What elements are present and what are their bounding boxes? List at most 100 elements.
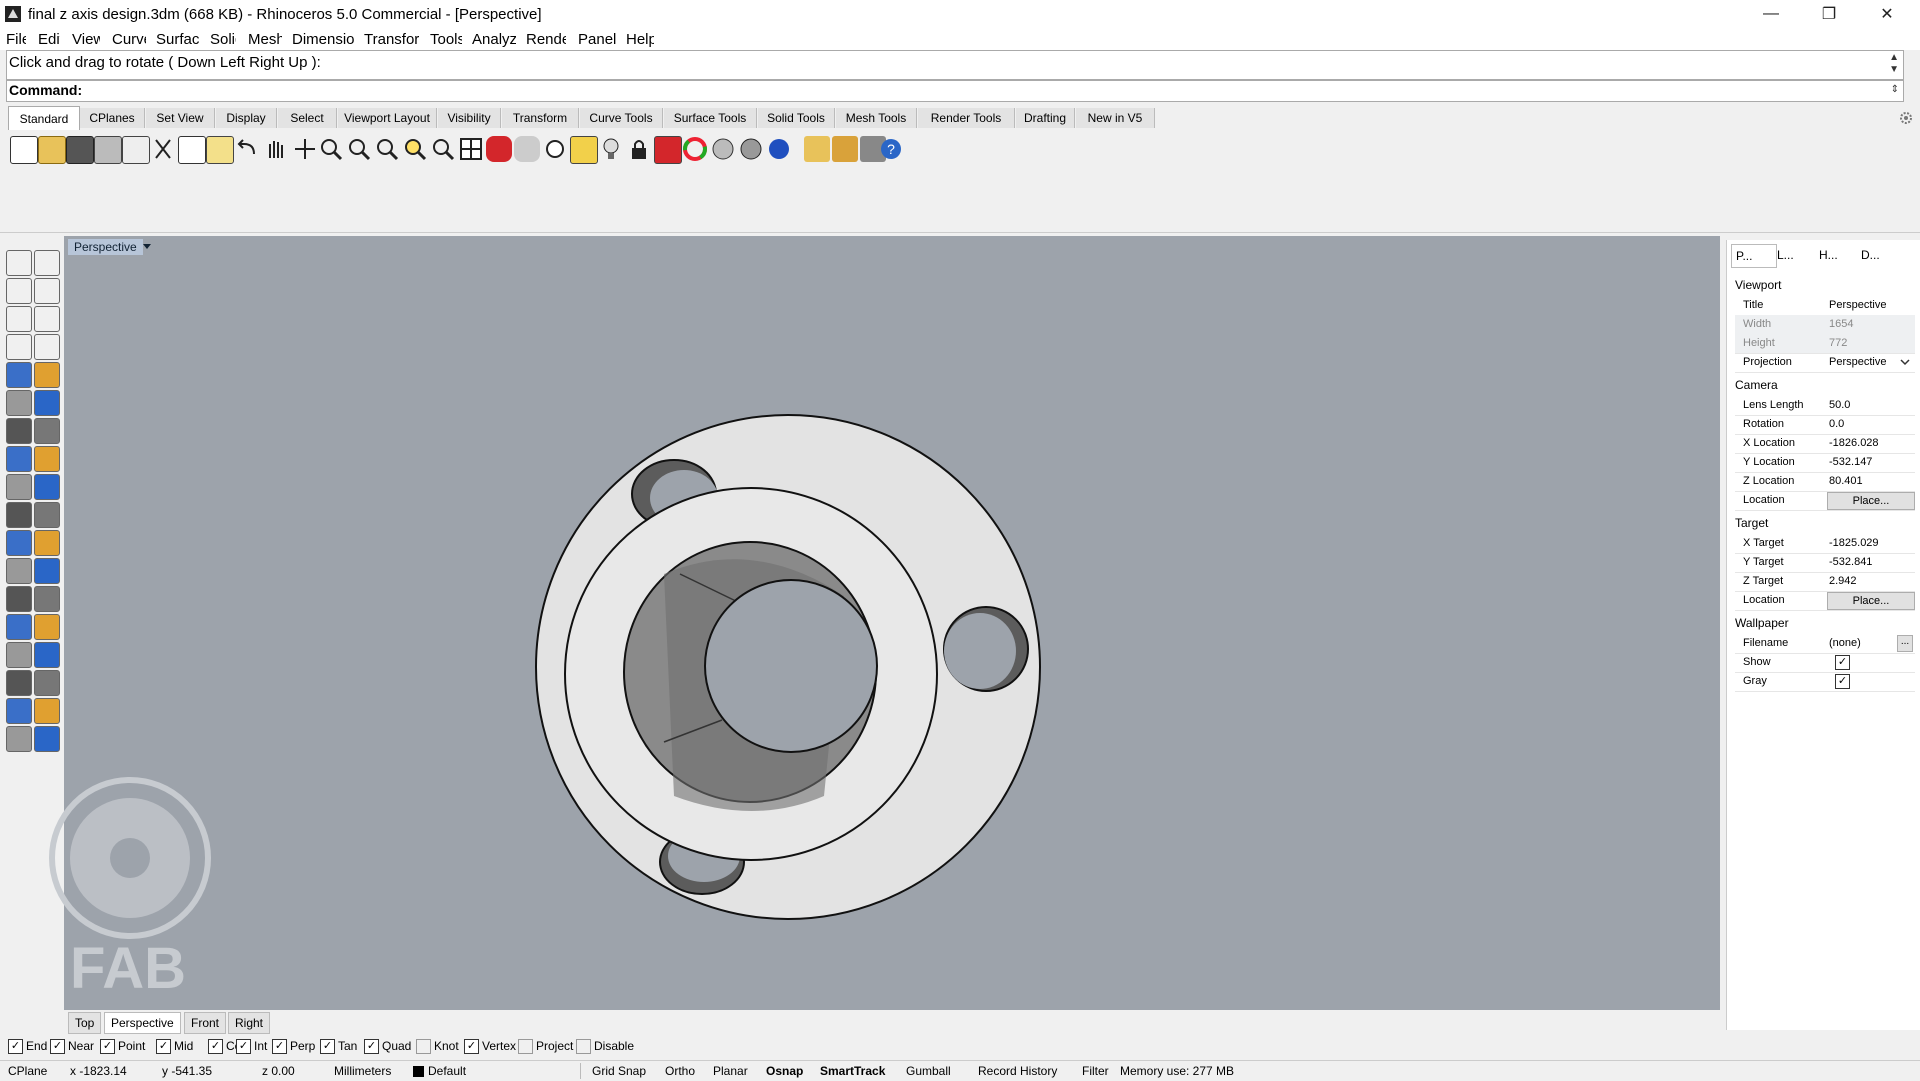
close-button[interactable]: ✕	[1858, 0, 1916, 28]
osnap-checkbox[interactable]: ✓	[464, 1039, 479, 1055]
copy-icon[interactable]	[178, 136, 206, 164]
osnap-checkbox[interactable]: ✓	[320, 1039, 335, 1055]
group-icon[interactable]	[34, 558, 60, 584]
menu-transform[interactable]: Transform	[364, 31, 420, 48]
maximize-button[interactable]: ❐	[1800, 0, 1858, 28]
rotate-icon[interactable]	[34, 586, 60, 612]
tab-viewport-top[interactable]: Top	[68, 1012, 102, 1034]
camera-place-button[interactable]: Place...	[1827, 492, 1915, 510]
filter-toggle[interactable]: Filter	[1082, 1064, 1109, 1078]
tab-viewport-front[interactable]: Front	[184, 1012, 227, 1034]
ortho-toggle[interactable]: Ortho	[665, 1064, 695, 1078]
tab-render-tools[interactable]: Render Tools	[918, 108, 1015, 128]
show-checkbox[interactable]: ✓	[1835, 655, 1850, 670]
import-icon[interactable]	[122, 136, 150, 164]
prop-row-lens-length[interactable]: Lens Length 50.0	[1735, 396, 1915, 416]
osnap-checkbox[interactable]: ✓	[156, 1039, 171, 1055]
record-history-toggle[interactable]: Record History	[978, 1064, 1057, 1078]
tools-gear-icon[interactable]	[832, 136, 858, 162]
prop-row-rotation[interactable]: Rotation 0.0	[1735, 415, 1915, 435]
osnap-checkbox[interactable]: ✓	[364, 1039, 379, 1055]
light-cone-icon[interactable]	[34, 726, 60, 752]
tab-viewport-right[interactable]: Right	[228, 1012, 271, 1034]
tab-drafting[interactable]: Drafting	[1016, 108, 1075, 128]
pan-hand-icon[interactable]	[262, 136, 288, 162]
prop-row-x-target[interactable]: X Target -1825.029	[1735, 534, 1915, 554]
smarttrack-toggle[interactable]: SmartTrack	[820, 1064, 885, 1078]
prop-row-z-target[interactable]: Z Target 2.942	[1735, 572, 1915, 592]
osnap-checkbox[interactable]: ✓	[272, 1039, 287, 1055]
menu-solid[interactable]: Solid	[210, 31, 236, 48]
polygon-icon[interactable]	[6, 362, 32, 388]
chevron-down-icon[interactable]	[1899, 356, 1911, 368]
match-properties-icon[interactable]	[542, 136, 568, 162]
menu-render[interactable]: Render	[526, 31, 566, 48]
tab-viewport-perspective[interactable]: Perspective	[104, 1012, 181, 1034]
fillet-icon[interactable]	[6, 502, 32, 528]
tab-surface-tools[interactable]: Surface Tools	[664, 108, 757, 128]
osnap-checkbox[interactable]: ✓	[8, 1039, 23, 1055]
cylinder-icon[interactable]	[6, 446, 32, 472]
zoom-extents-icon[interactable]	[374, 136, 400, 162]
osnap-int[interactable]: ✓ Int	[236, 1039, 267, 1055]
browse-button[interactable]: ...	[1897, 635, 1913, 652]
boolean-icon[interactable]	[6, 474, 32, 500]
prop-row-z-location[interactable]: Z Location 80.401	[1735, 472, 1915, 492]
text-tool-icon[interactable]	[6, 614, 32, 640]
perspective-viewport[interactable]: Perspective FAB	[49, 236, 1720, 1010]
sphere-icon[interactable]	[710, 136, 736, 162]
prop-row-x-location[interactable]: X Location -1826.028	[1735, 434, 1915, 454]
osnap-project[interactable]: Project	[518, 1039, 573, 1055]
menu-surface[interactable]: Surface	[156, 31, 200, 48]
menu-analyze[interactable]: Analyze	[472, 31, 516, 48]
move-icon[interactable]	[6, 586, 32, 612]
mesh-icon[interactable]	[34, 446, 60, 472]
tab-mesh-tools[interactable]: Mesh Tools	[836, 108, 917, 128]
prop-row-y-location[interactable]: Y Location -532.147	[1735, 453, 1915, 473]
menu-dimension[interactable]: Dimension	[292, 31, 354, 48]
layout-icon[interactable]	[6, 670, 32, 696]
open-icon[interactable]	[38, 136, 66, 164]
zoom-all-icon[interactable]	[430, 136, 456, 162]
tab-visibility[interactable]: Visibility	[438, 108, 501, 128]
blue-sphere-icon[interactable]	[766, 136, 792, 162]
arc-icon[interactable]	[34, 306, 60, 332]
material-icon[interactable]	[654, 136, 682, 164]
planar-toggle[interactable]: Planar	[713, 1064, 748, 1078]
menu-help[interactable]: Help	[626, 31, 654, 48]
save-icon[interactable]	[66, 136, 94, 164]
menu-edit[interactable]: Edit	[38, 31, 60, 48]
tab-standard[interactable]: Standard	[8, 106, 80, 131]
help-icon[interactable]: ?	[878, 136, 904, 162]
object-snap-icon[interactable]	[804, 136, 830, 162]
osnap-point[interactable]: ✓ Point	[100, 1039, 145, 1055]
surface-icon[interactable]	[6, 390, 32, 416]
menu-panels[interactable]: Panels	[578, 31, 616, 48]
osnap-perp[interactable]: ✓ Perp	[272, 1039, 315, 1055]
rotate-view-icon[interactable]	[292, 136, 318, 162]
prop-row-projection[interactable]: Projection Perspective	[1735, 353, 1915, 373]
osnap-end[interactable]: ✓ End	[8, 1039, 47, 1055]
menu-mesh[interactable]: Mesh	[248, 31, 282, 48]
tab-properties[interactable]: P...	[1731, 244, 1777, 268]
tab-layers[interactable]: L...	[1773, 244, 1817, 266]
status-units[interactable]: Millimeters	[334, 1064, 391, 1078]
prop-row-y-target[interactable]: Y Target -532.841	[1735, 553, 1915, 573]
command-spinner-icon[interactable]: ⇕	[1891, 84, 1899, 95]
tab-help[interactable]: H...	[1815, 244, 1859, 266]
status-layer[interactable]: Default	[428, 1064, 466, 1078]
tab-cplanes[interactable]: CPlanes	[80, 108, 145, 128]
gumball-toggle[interactable]: Gumball	[906, 1064, 951, 1078]
circle-icon[interactable]	[6, 306, 32, 332]
osnap-toggle[interactable]: Osnap	[766, 1064, 803, 1078]
osnap-checkbox[interactable]: ✓	[236, 1039, 251, 1055]
osnap-quad[interactable]: ✓ Quad	[364, 1039, 411, 1055]
tab-curve-tools[interactable]: Curve Tools	[580, 108, 663, 128]
rectangle-icon[interactable]	[34, 278, 60, 304]
prop-row-filename[interactable]: Filename (none) ...	[1735, 634, 1915, 654]
menu-curve[interactable]: Curve	[112, 31, 146, 48]
block-icon[interactable]	[6, 642, 32, 668]
tab-transform[interactable]: Transform	[502, 108, 579, 128]
zoom-selected-icon[interactable]	[402, 136, 428, 162]
zoom-icon[interactable]	[318, 136, 344, 162]
